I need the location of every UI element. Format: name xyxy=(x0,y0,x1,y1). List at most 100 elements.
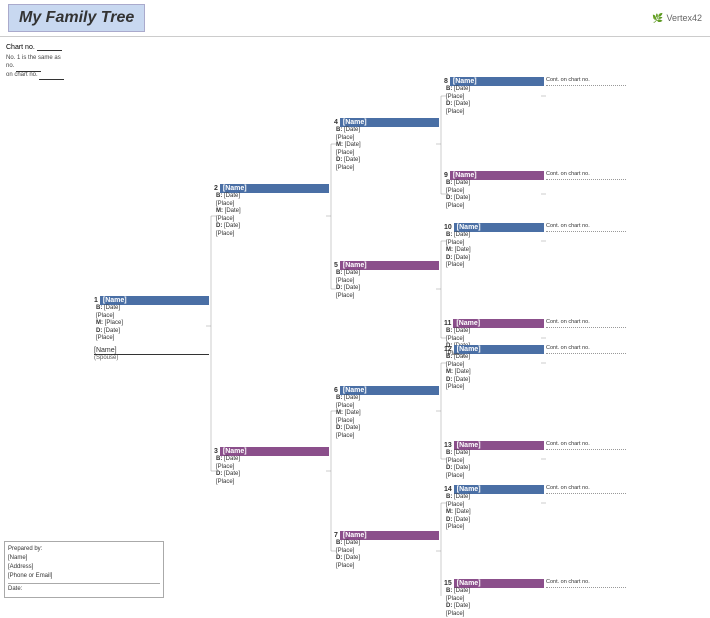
p4-name: [Name] xyxy=(343,119,367,126)
p15-continue: Cont. on chart no. xyxy=(546,579,626,589)
p8-continue-note: Cont. on chart no. xyxy=(546,77,626,84)
p12-name: [Name] xyxy=(457,346,481,353)
p13-number: 13 xyxy=(444,442,452,449)
p9-continue-note: Cont. on chart no. xyxy=(546,171,626,178)
person-15-block: 15 [Name] B: [Date] [Place] D: [Date] [P… xyxy=(444,579,544,618)
p11-continue: Cont. on chart no. xyxy=(546,319,626,329)
p1-death: D: [Date] xyxy=(94,328,209,336)
note-no-field[interactable] xyxy=(16,63,41,72)
footer-phone: [Phone or Email] xyxy=(8,572,160,581)
person-4-block: 4 [Name] B: [Date] [Place] M: [Date] [Pl… xyxy=(334,118,439,172)
p13-name-bar: [Name] xyxy=(454,441,544,450)
p2-death: D: [Date] xyxy=(214,223,329,231)
p2-number: 2 xyxy=(214,185,218,192)
logo: 🌿 Vertex42 xyxy=(652,13,702,24)
note-line3: on chart no. xyxy=(6,72,92,81)
p11-number: 11 xyxy=(444,320,451,327)
prepared-by-label: Prepared by: xyxy=(8,545,160,554)
p13-continue: Cont. on chart no. xyxy=(546,441,626,451)
p1-spouse-label: (Spouse) xyxy=(94,355,209,361)
p15-continue-note: Cont. on chart no. xyxy=(546,579,626,586)
p3-birth-place: [Place] xyxy=(214,464,329,472)
person-14-block: 14 [Name] B: [Date] [Place] M: [Date] D:… xyxy=(444,485,544,532)
p1-marriage: M: [Place] xyxy=(94,320,209,328)
p15-name-bar: [Name] xyxy=(454,579,544,588)
p6-name-bar: [Name] xyxy=(340,386,439,395)
p10-name: [Name] xyxy=(457,224,481,231)
tree-container: 1 [Name] B: [Date] [Place] M: [Place] xyxy=(94,41,710,596)
header: My Family Tree 🌿 Vertex42 xyxy=(0,0,710,37)
note-line1: No. 1 is the same as xyxy=(6,55,92,63)
p11-continue-note: Cont. on chart no. xyxy=(546,319,626,326)
footer: Prepared by: [Name] [Address] [Phone or … xyxy=(4,541,164,598)
person-8-block: 8 [Name] B: [Date] [Place] D: [Date] [Pl… xyxy=(444,77,544,116)
p1-death-place: [Place] xyxy=(94,335,209,343)
p4-number: 4 xyxy=(334,119,338,126)
p8-continue: Cont. on chart no. xyxy=(546,77,626,87)
p14-number: 14 xyxy=(444,486,452,493)
person-13-block: 13 [Name] B: [Date] [Place] D: [Date] [P… xyxy=(444,441,544,480)
p1-name: [Name] xyxy=(103,297,127,304)
p14-name-bar: [Name] xyxy=(454,485,544,494)
p14-continue-note: Cont. on chart no. xyxy=(546,485,626,492)
p10-number: 10 xyxy=(444,224,452,231)
p8-name: [Name] xyxy=(453,78,477,85)
footer-date-row: Date: xyxy=(8,583,160,594)
page-title: My Family Tree xyxy=(19,9,134,26)
p10-continue-note: Cont. on chart no. xyxy=(546,223,626,230)
person-10-block: 10 [Name] B: [Date] [Place] M: [Date] D:… xyxy=(444,223,544,270)
p2-birth: B: [Date] xyxy=(214,193,329,201)
p13-continue-note: Cont. on chart no. xyxy=(546,441,626,448)
p9-continue: Cont. on chart no. xyxy=(546,171,626,181)
person-5-block: 5 [Name] B: [Date] [Place] D: [Date] [Pl… xyxy=(334,261,439,300)
p8-name-bar: [Name] xyxy=(450,77,544,86)
p8-number: 8 xyxy=(444,78,448,85)
p1-name-bar: [Name] xyxy=(100,296,209,305)
chart-no-row: Chart no. xyxy=(6,43,92,51)
person-7-block: 7 [Name] B: [Date] [Place] D: [Date] [Pl… xyxy=(334,531,439,570)
logo-icon: 🌿 xyxy=(652,13,663,24)
person-1-block: 1 [Name] B: [Date] [Place] M: [Place] xyxy=(94,296,209,361)
note-chart-field[interactable] xyxy=(39,72,64,81)
p15-number: 15 xyxy=(444,580,452,587)
p11-name: [Name] xyxy=(456,320,480,327)
p2-death-place: [Place] xyxy=(214,231,329,239)
p14-continue: Cont. on chart no. xyxy=(546,485,626,495)
person-6-block: 6 [Name] B: [Date] [Place] M: [Date] [Pl… xyxy=(334,386,439,440)
p13-name: [Name] xyxy=(457,442,481,449)
p12-continue-note: Cont. on chart no. xyxy=(546,345,626,352)
p11-name-bar: [Name] xyxy=(453,319,544,328)
p5-number: 5 xyxy=(334,262,338,269)
p1-spouse-name: [Name] xyxy=(94,347,209,355)
p14-name: [Name] xyxy=(457,486,481,493)
chart-no-label: Chart no. xyxy=(6,44,35,51)
app-container: My Family Tree 🌿 Vertex42 Chart no. No. … xyxy=(0,0,710,597)
p10-continue: Cont. on chart no. xyxy=(546,223,626,233)
p3-death: D: [Date] xyxy=(214,471,329,479)
p12-continue: Cont. on chart no. xyxy=(546,345,626,355)
p7-name: [Name] xyxy=(343,532,367,539)
chart-no-field[interactable] xyxy=(37,43,62,51)
footer-info-box: Prepared by: [Name] [Address] [Phone or … xyxy=(4,541,164,598)
p2-name: [Name] xyxy=(223,185,247,192)
p1-birth-place: [Place] xyxy=(94,313,209,321)
p10-name-bar: [Name] xyxy=(454,223,544,232)
p12-number: 12 xyxy=(444,346,452,353)
p3-name-bar: [Name] xyxy=(220,447,329,456)
person-12-block: 12 [Name] B: [Date] [Place] M: [Date] D:… xyxy=(444,345,544,392)
p6-number: 6 xyxy=(334,387,338,394)
p6-name: [Name] xyxy=(343,387,367,394)
person-9-block: 9 [Name] B: [Date] [Place] D: [Date] [Pl… xyxy=(444,171,544,210)
p12-name-bar: [Name] xyxy=(454,345,544,354)
footer-address: [Address] xyxy=(8,563,160,572)
person-3-block: 3 [Name] B: [Date] [Place] D: [Date] [Pl… xyxy=(214,447,329,486)
main-content: Chart no. No. 1 is the same as no. on ch… xyxy=(0,37,710,597)
p9-name: [Name] xyxy=(453,172,477,179)
left-info-panel: Chart no. No. 1 is the same as no. on ch… xyxy=(4,41,94,593)
p1-birth: B: [Date] xyxy=(94,305,209,313)
p9-name-bar: [Name] xyxy=(450,171,544,180)
p15-name: [Name] xyxy=(457,580,481,587)
p2-marriage: M: [Date] xyxy=(214,208,329,216)
p4-name-bar: [Name] xyxy=(340,118,439,127)
p5-name-bar: [Name] xyxy=(340,261,439,270)
